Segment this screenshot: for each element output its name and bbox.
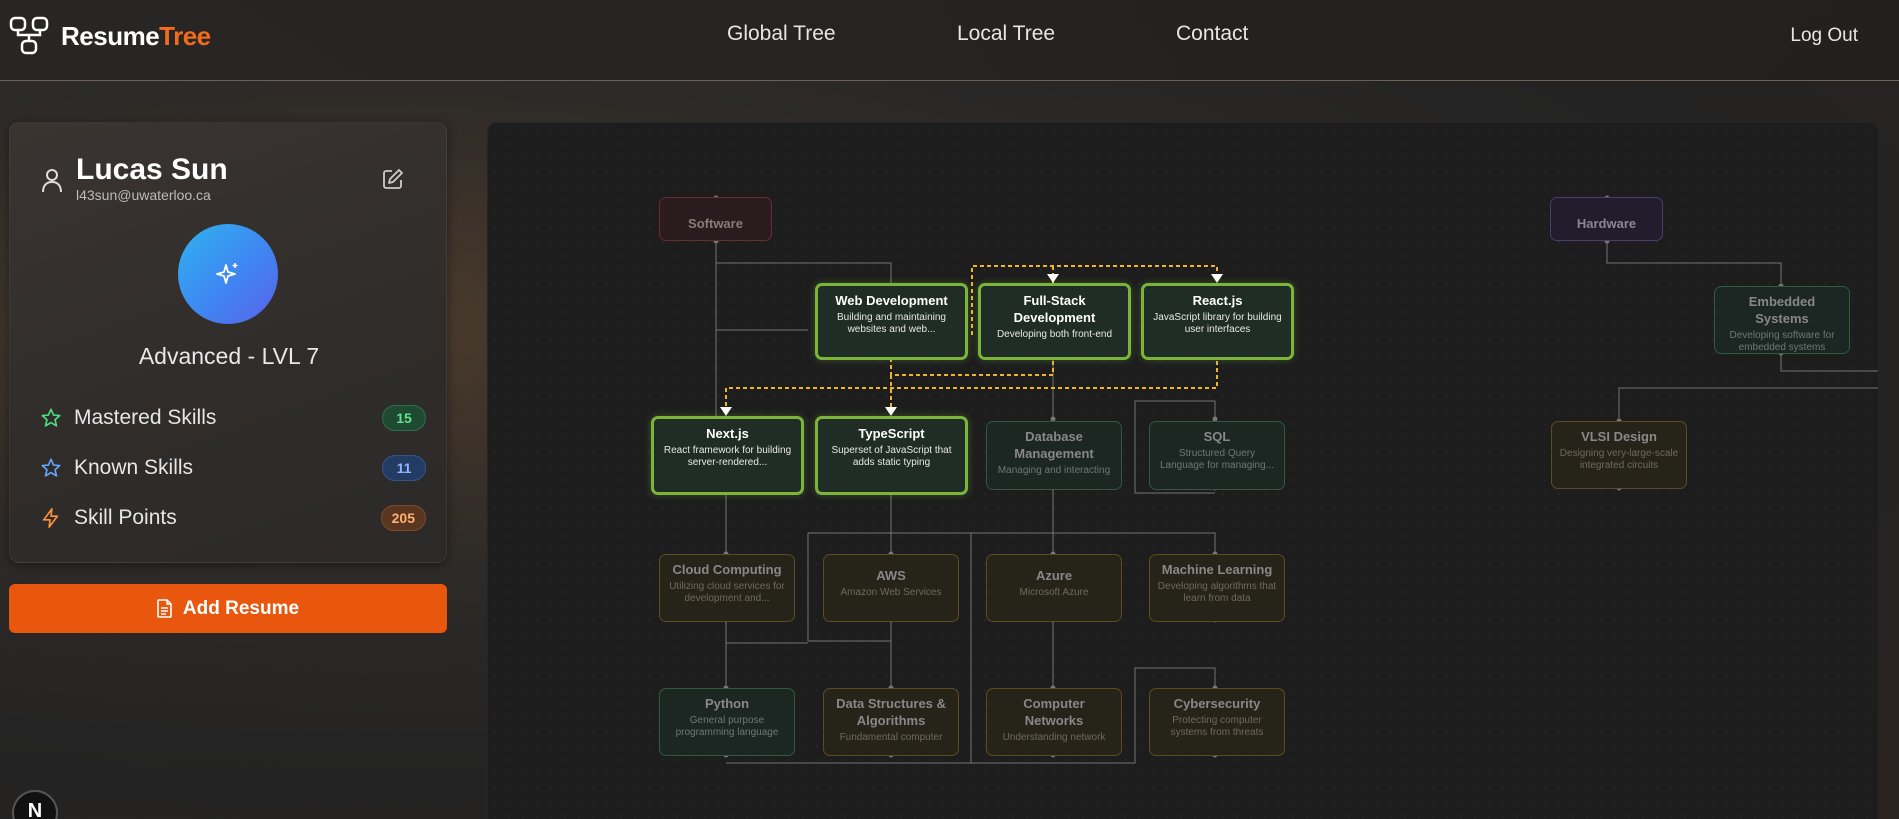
node-title: Cloud Computing — [672, 562, 782, 577]
tree-node[interactable]: Next.js React framework for building ser… — [651, 416, 804, 495]
add-resume-label: Add Resume — [182, 597, 300, 619]
node-title: Machine Learning — [1161, 562, 1273, 577]
tree-node[interactable]: Cybersecurity Protecting computer system… — [1149, 688, 1285, 756]
node-title: Cybersecurity — [1173, 696, 1261, 711]
node-description: Fundamental computer — [839, 732, 943, 743]
tree-node[interactable]: VLSI Design Designing very-large-scale i… — [1551, 421, 1687, 489]
skill-tree-canvas[interactable]: Software Hardware Web Development Buildi… — [487, 122, 1879, 819]
tree-logo-icon — [9, 16, 49, 55]
node-title: Software — [688, 216, 743, 231]
node-description: Building and maintaining websites and we… — [837, 312, 946, 335]
node-title: Next.js — [706, 426, 749, 441]
node-title: AWS — [876, 568, 906, 583]
tree-node[interactable]: Python General purpose programming langu… — [659, 688, 795, 756]
stat-label: Known Skills — [74, 456, 194, 479]
user-icon — [42, 169, 62, 193]
node-description: Managing and interacting — [997, 465, 1111, 476]
skill-points-badge: 205 — [380, 505, 426, 531]
node-title: VLSI Design — [1581, 429, 1657, 444]
node-description: Designing very-large-scale integrated ci… — [1559, 448, 1679, 471]
nav-contact[interactable]: Contact — [1176, 22, 1248, 46]
stat-label: Mastered Skills — [74, 406, 217, 429]
node-title: Python — [704, 696, 750, 711]
tree-node[interactable]: Full-Stack Development Developing both f… — [978, 283, 1131, 360]
nav-global-tree[interactable]: Global Tree — [727, 22, 836, 46]
edit-icon[interactable] — [382, 168, 404, 190]
profile-card: Lucas Sun l43sun@uwaterloo.ca Advanced -… — [9, 122, 447, 563]
known-count-badge: 11 — [382, 455, 426, 481]
node-description: Developing algorithms that learn from da… — [1157, 581, 1277, 604]
tree-node[interactable]: Computer Networks Understanding network — [986, 688, 1122, 756]
avatar — [178, 224, 278, 324]
tree-node[interactable]: Azure Microsoft Azure — [986, 554, 1122, 622]
user-email: l43sun@uwaterloo.ca — [76, 187, 211, 203]
stat-skill-points: Skill Points 205 — [40, 503, 426, 533]
nextjs-dev-badge[interactable]: N — [12, 790, 58, 819]
stat-label: Skill Points — [74, 506, 177, 529]
tree-node[interactable]: Machine Learning Developing algorithms t… — [1149, 554, 1285, 622]
node-title: Full-Stack Development — [1013, 293, 1096, 325]
stat-known-skills: Known Skills 11 — [40, 453, 426, 483]
document-icon — [157, 599, 172, 618]
add-resume-button[interactable]: Add Resume — [9, 584, 447, 633]
tree-node[interactable]: Cloud Computing Utilizing cloud services… — [659, 554, 795, 622]
node-description: Structured Query Language for managing..… — [1160, 448, 1274, 471]
tree-node-root[interactable]: Software — [659, 197, 772, 241]
brand-name: ResumeTree — [61, 20, 211, 51]
star-icon — [41, 458, 61, 477]
node-description: Understanding network — [1002, 732, 1106, 743]
node-description: React framework for building server-rend… — [663, 445, 792, 468]
logo[interactable]: ResumeTree — [9, 15, 211, 57]
tree-node[interactable]: Embedded Systems Developing software for… — [1714, 286, 1850, 354]
skill-level: Advanced - LVL 7 — [138, 343, 320, 369]
user-name: Lucas Sun — [76, 153, 228, 186]
node-title: Computer Networks — [1023, 696, 1085, 728]
node-title: TypeScript — [858, 426, 925, 441]
node-title: Data Structures & Algorithms — [836, 696, 946, 728]
node-title: Embedded Systems — [1748, 294, 1816, 326]
tree-node-root[interactable]: Hardware — [1550, 197, 1663, 241]
tree-node[interactable]: Database Management Managing and interac… — [986, 421, 1122, 490]
node-description: JavaScript library for building user int… — [1153, 312, 1282, 335]
node-title: Azure — [1035, 568, 1073, 583]
nav-local-tree[interactable]: Local Tree — [957, 22, 1055, 46]
star-icon — [41, 408, 61, 427]
node-title: Database Management — [1014, 429, 1094, 461]
node-description: Microsoft Azure — [1019, 587, 1089, 598]
tree-node[interactable]: SQL Structured Query Language for managi… — [1149, 421, 1285, 490]
node-title: SQL — [1203, 429, 1231, 444]
tree-node[interactable]: AWS Amazon Web Services — [823, 554, 959, 622]
node-description: Developing both front-end — [996, 329, 1113, 340]
tree-node[interactable]: Web Development Building and maintaining… — [815, 283, 968, 360]
mastered-count-badge: 15 — [382, 405, 426, 431]
node-description: Amazon Web Services — [840, 587, 942, 598]
stat-mastered-skills: Mastered Skills 15 — [40, 403, 426, 433]
tree-node[interactable]: Data Structures & Algorithms Fundamental… — [823, 688, 959, 756]
top-navbar: ResumeTree Global Tree Local Tree Contac… — [0, 0, 1899, 81]
node-description: Superset of JavaScript that adds static … — [831, 445, 952, 468]
node-description: Utilizing cloud services for development… — [669, 581, 785, 604]
node-description: General purpose programming language — [675, 715, 779, 738]
logout-button[interactable]: Log Out — [1790, 25, 1858, 47]
node-title: Hardware — [1576, 216, 1637, 231]
node-description: Protecting computer systems from threats — [1170, 715, 1264, 738]
lightning-icon — [42, 508, 59, 528]
node-title: React.js — [1192, 293, 1243, 308]
tree-node[interactable]: React.js JavaScript library for building… — [1141, 283, 1294, 360]
node-description: Developing software for embedded systems — [1729, 330, 1835, 353]
sparkles-icon — [216, 263, 238, 284]
tree-node[interactable]: TypeScript Superset of JavaScript that a… — [815, 416, 968, 495]
node-title: Web Development — [835, 293, 948, 308]
